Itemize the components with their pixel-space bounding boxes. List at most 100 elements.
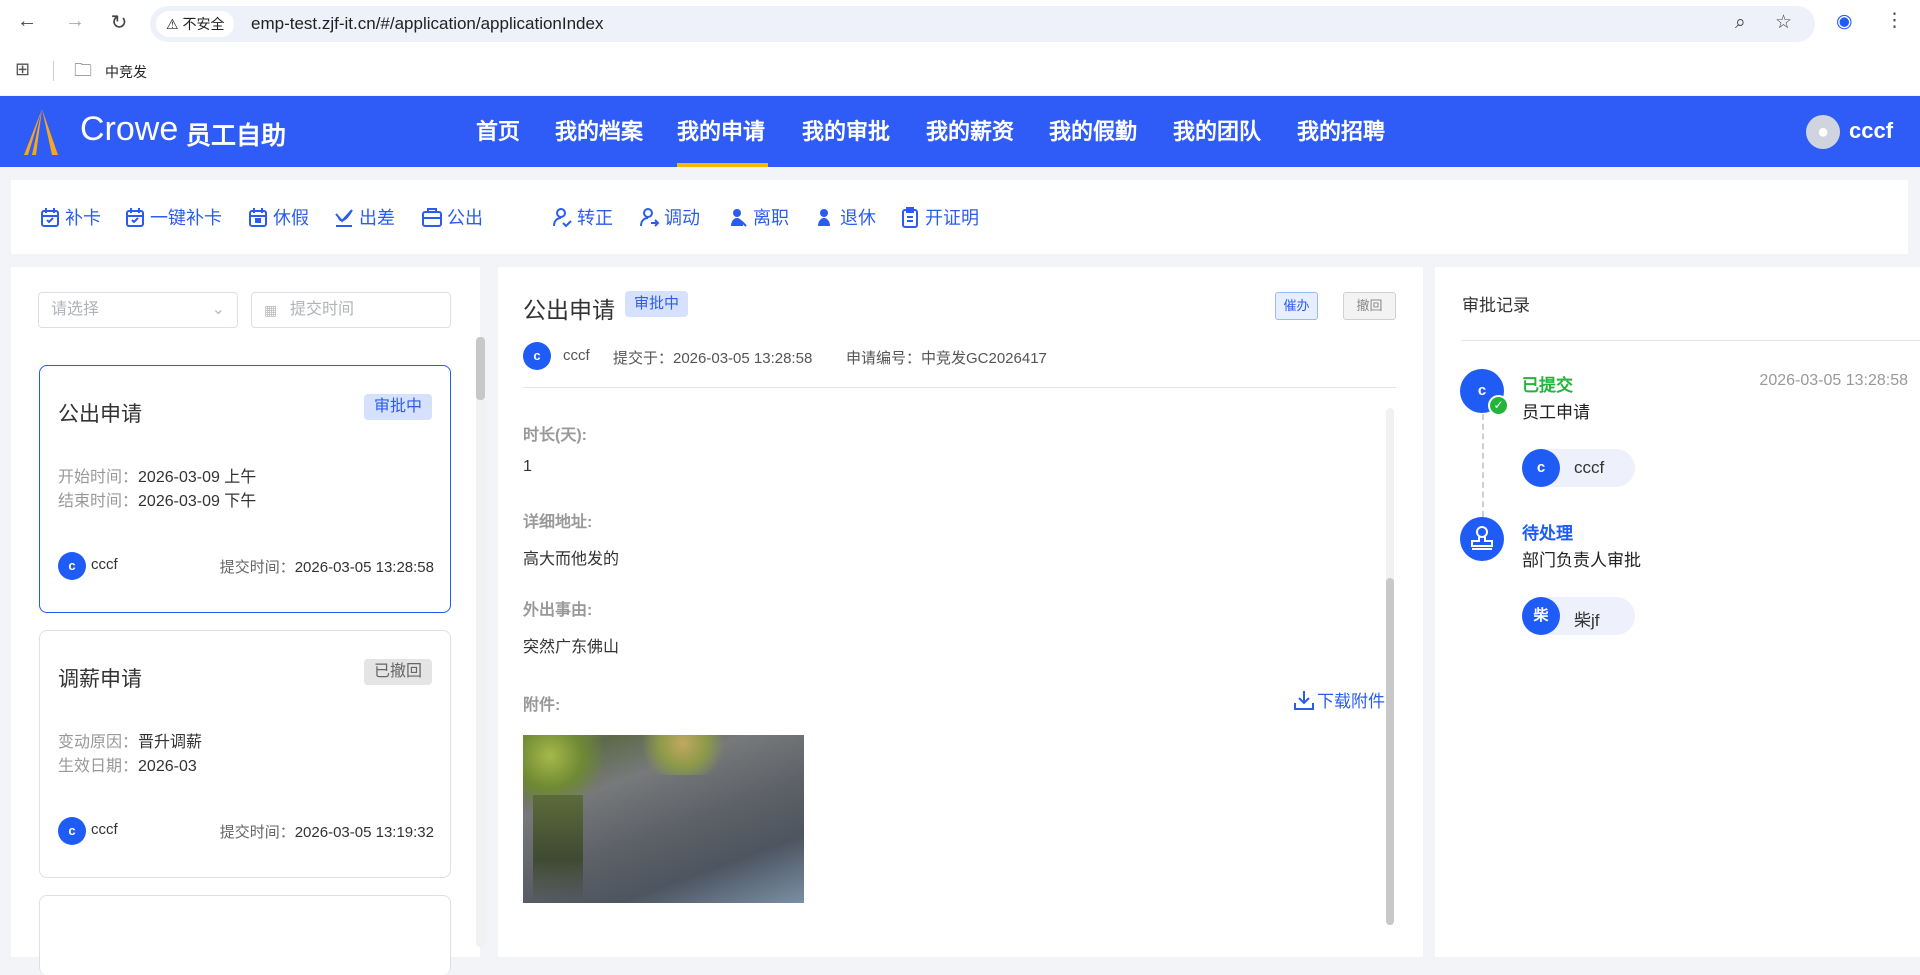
download-label: 下载附件 (1317, 692, 1385, 711)
attachment-image[interactable] (523, 735, 804, 903)
field-label: 详细地址: (523, 514, 593, 531)
toolbar-item-9[interactable]: 开证明 (899, 204, 979, 230)
step-time: 2026-03-05 13:28:58 (1759, 372, 1908, 389)
card-user: cccf (91, 821, 118, 838)
url-text[interactable]: emp-test.zjf-it.cn/#/application/applica… (251, 6, 603, 42)
plane-icon (335, 209, 353, 227)
check-icon: ✓ (1488, 395, 1509, 416)
field-value: 1 (523, 458, 532, 475)
app-name: 员工自助 (186, 122, 287, 150)
submit-date-picker[interactable]: ▦ 提交时间 (251, 292, 451, 328)
card-field: 结束时间：2026-03-09 下午 (58, 487, 256, 511)
apps-icon[interactable]: ⊞ (15, 59, 30, 80)
star-icon[interactable]: ☆ (1775, 11, 1792, 34)
nav-team[interactable]: 我的团队 (1173, 96, 1261, 167)
briefcase-icon (422, 208, 442, 227)
profile-icon[interactable]: ◉ (1836, 10, 1853, 33)
user-avatar[interactable]: ● (1806, 115, 1840, 149)
step-desc: 部门负责人审批 (1522, 551, 1641, 570)
card-submit-time: 提交时间：2026-03-05 13:19:32 (220, 821, 434, 842)
toolbar-item-label: 补卡 (65, 208, 101, 228)
nav-profile[interactable]: 我的档案 (555, 96, 643, 167)
application-card[interactable]: 调薪申请 已撤回 变动原因：晋升调薪 生效日期：2026-03 c cccf 提交时间：20… (39, 630, 451, 878)
toolbar-item-7[interactable]: 离职 (727, 204, 789, 230)
toolbar-item-label: 退休 (840, 208, 876, 228)
nav-approvals[interactable]: 我的审批 (802, 96, 890, 167)
menu-icon[interactable]: ⋮ (1885, 9, 1904, 32)
step-status: 待处理 (1522, 524, 1573, 543)
card-user: cccf (91, 556, 118, 573)
nav-salary[interactable]: 我的薪资 (926, 96, 1014, 167)
application-detail-panel: 公出申请 审批中 催办 撤回 c cccf 提交于：2026-03-05 13:… (498, 267, 1423, 957)
divider (1461, 340, 1920, 341)
back-icon[interactable]: ← (12, 10, 42, 33)
user-retire-icon (818, 209, 830, 226)
reload-icon[interactable]: ↻ (104, 10, 134, 35)
bookmark-folder[interactable]: 中竞发 (105, 62, 147, 82)
application-list-panel: 请选择 ⌄ ▦ 提交时间 公出申请 审批中 开始时间：2026-03-09 上午 结束… (11, 267, 485, 975)
card-field: 变动原因：晋升调薪 (58, 728, 202, 752)
application-card[interactable] (39, 895, 451, 975)
toolbar-item-1[interactable]: 一键补卡 (124, 204, 222, 230)
submitted-time: 提交于：2026-03-05 13:28:58 (613, 350, 813, 367)
type-select[interactable]: 请选择 ⌄ (38, 292, 238, 328)
nav-attendance[interactable]: 我的假勤 (1049, 96, 1137, 167)
submit-value: 2026-03-05 13:28:58 (294, 559, 434, 576)
field-value: 突然广东佛山 (523, 639, 620, 656)
address-bar[interactable]: ⚠ 不安全 emp-test.zjf-it.cn/#/application/a… (150, 6, 1815, 42)
toolbar-item-0[interactable]: 补卡 (39, 204, 101, 230)
submit-label: 提交时间： (219, 824, 295, 841)
avatar: c (58, 817, 86, 845)
field-label: 结束时间： (58, 493, 139, 510)
user-check-icon (553, 208, 572, 228)
field-label: 开始时间： (58, 469, 139, 486)
bookmarks-bar: ⊞ 🗀 中竞发 (0, 53, 1920, 89)
avatar: c (58, 552, 86, 580)
toolbar-item-5[interactable]: 转正 (551, 204, 613, 230)
toolbar-item-6[interactable]: 调动 (638, 204, 700, 230)
stamp-icon (1460, 517, 1504, 561)
chevron-down-icon: ⌄ (211, 301, 225, 318)
status-badge: 审批中 (625, 291, 689, 317)
nav-applications[interactable]: 我的申请 (677, 96, 765, 167)
card-submit-time: 提交时间：2026-03-05 13:28:58 (220, 556, 434, 577)
field-value: 2026-03-09 上午 (138, 469, 257, 486)
withdraw-button[interactable]: 撤回 (1343, 292, 1396, 320)
quick-actions-toolbar: 补卡 一键补卡 休假 出差 公出 转正 调动 离职 退休 开证明 (11, 180, 1908, 254)
toolbar-item-label: 转正 (577, 208, 613, 228)
scroll-thumb[interactable] (1386, 578, 1394, 925)
scroll-thumb[interactable] (476, 337, 485, 400)
toolbar-item-2[interactable]: 休假 (247, 204, 309, 230)
nav-recruiting[interactable]: 我的招聘 (1297, 96, 1385, 167)
detail-title: 公出申请 (523, 297, 615, 323)
calendar-icon: ▦ (264, 302, 278, 318)
status-badge: 审批中 (363, 394, 432, 420)
user-name[interactable]: cccf (1849, 118, 1893, 144)
applicant-name: cccf (563, 347, 590, 364)
browser-chrome: ← → ↻ ⚠ 不安全 emp-test.zjf-it.cn/#/applica… (0, 0, 1920, 95)
zoom-icon[interactable]: ⌕ (1735, 12, 1746, 34)
download-attachment-link[interactable]: 下载附件 (1293, 687, 1385, 712)
field-label: 时长(天): (523, 427, 587, 444)
step-desc: 员工申请 (1522, 403, 1590, 422)
nav-home[interactable]: 首页 (476, 96, 520, 167)
toolbar-item-3[interactable]: 出差 (333, 204, 395, 230)
forward-icon[interactable]: → (60, 10, 90, 33)
urge-button[interactable]: 催办 (1275, 292, 1318, 320)
toolbar-item-4[interactable]: 公出 (421, 204, 483, 230)
submit-label: 提交时间： (219, 559, 295, 576)
insecure-label: 不安全 (182, 16, 225, 32)
security-chip[interactable]: ⚠ 不安全 (156, 11, 235, 37)
application-card[interactable]: 公出申请 审批中 开始时间：2026-03-09 上午 结束时间：2026-03-09… (39, 365, 451, 613)
toolbar-item-label: 离职 (753, 208, 789, 228)
detail-scrollbar[interactable] (1386, 408, 1394, 925)
list-scrollbar[interactable] (476, 337, 485, 947)
approval-record-panel: 审批记录 c ✓ 已提交 员工申请 2026-03-05 13:28:58 c … (1435, 267, 1920, 957)
toolbar-item-8[interactable]: 退休 (814, 204, 876, 230)
toolbar-item-label: 一键补卡 (150, 208, 222, 228)
field-label: 生效日期： (58, 758, 139, 775)
application-number: 申请编号：中竞发GC2026417 (846, 350, 1047, 367)
approver-name: 柴jf (1574, 611, 1600, 630)
field-value: 2026-03-09 下午 (138, 493, 257, 510)
field-label: 外出事由: (523, 602, 593, 619)
